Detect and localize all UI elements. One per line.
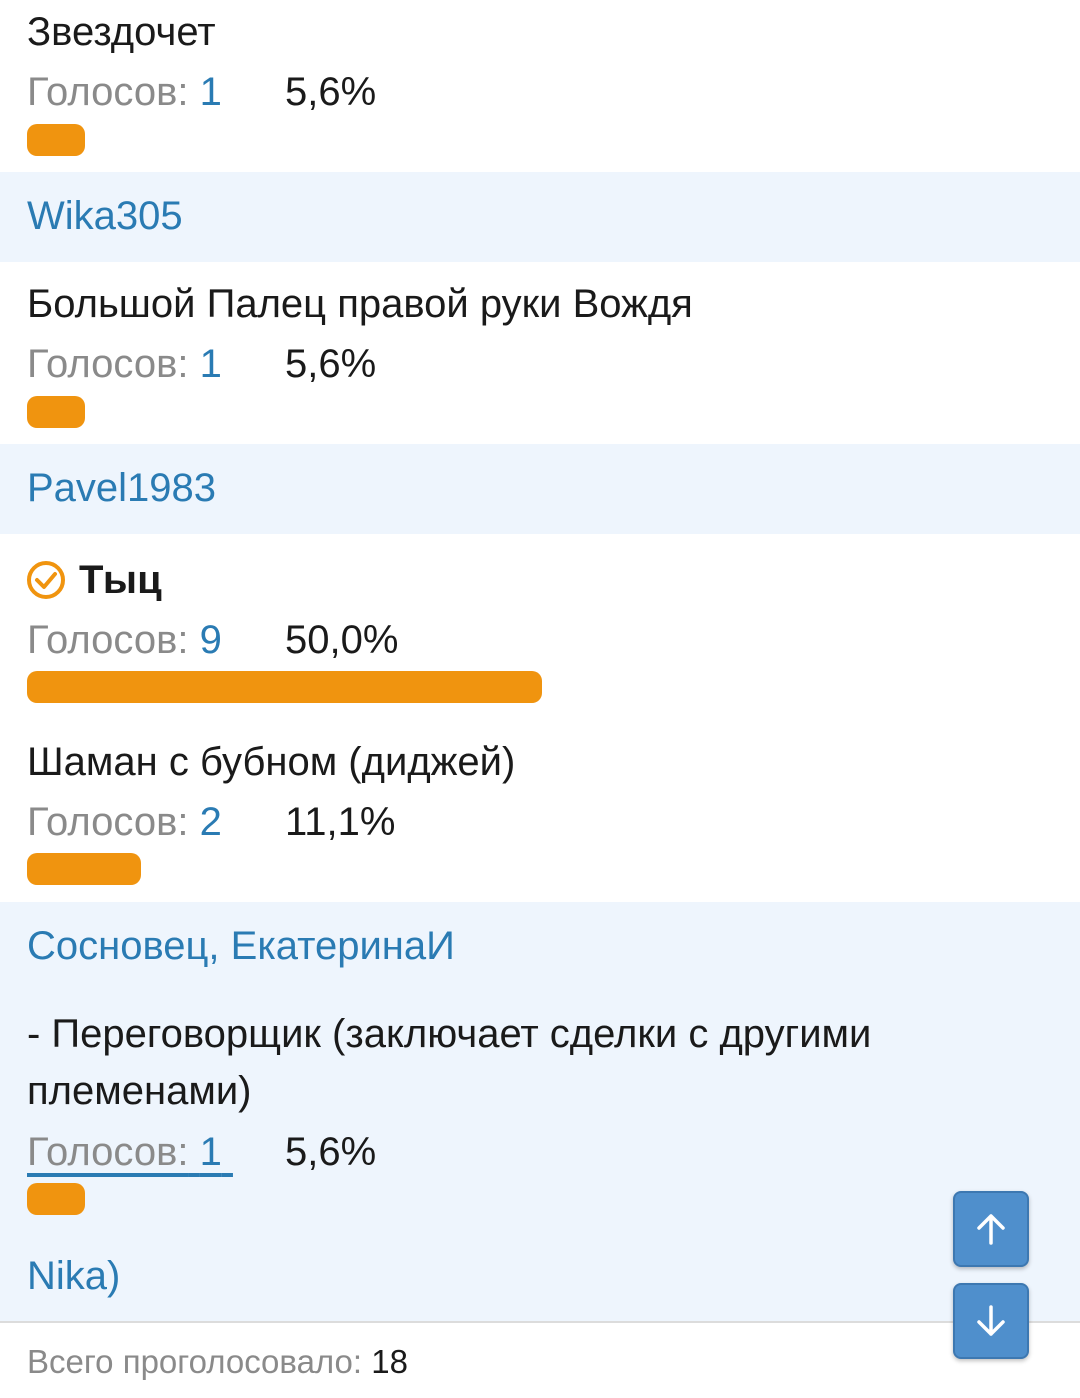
voter-link[interactable]: Wika305 bbox=[27, 192, 183, 240]
voter-link[interactable]: Nika) bbox=[27, 1252, 120, 1300]
total-label: Всего проголосовало: bbox=[27, 1343, 363, 1380]
votes-count-link[interactable]: Голосов: 1 bbox=[27, 1130, 233, 1174]
poll-option: Звездочет Голосов: 1 5,6% bbox=[0, 0, 1080, 172]
vote-percent: 5,6% bbox=[285, 1130, 377, 1174]
total-voters: Всего проголосовало: 18 bbox=[27, 1342, 408, 1382]
votes-row: Голосов: 1 5,6% bbox=[27, 68, 376, 116]
votes-label: Голосов: bbox=[27, 618, 189, 662]
votes-label: Голосов: bbox=[27, 342, 189, 386]
poll-option: Большой Палец правой руки Вождя Голосов:… bbox=[0, 262, 1080, 444]
poll-results: Звездочет Голосов: 1 5,6% Wika305 Большо… bbox=[0, 0, 1080, 1398]
votes-count-link[interactable]: 1 bbox=[200, 70, 222, 114]
vote-percent: 50,0% bbox=[285, 618, 399, 662]
votes-count: 1 bbox=[199, 1130, 222, 1174]
total-count: 18 bbox=[371, 1343, 408, 1380]
votes-count-link[interactable]: 9 bbox=[200, 618, 222, 662]
option-title: Звездочет bbox=[27, 10, 216, 54]
arrow-down-icon bbox=[977, 1305, 1005, 1336]
vote-bar bbox=[27, 124, 85, 156]
vote-bar bbox=[27, 1183, 85, 1215]
vote-percent: 5,6% bbox=[285, 342, 377, 386]
vote-percent: 5,6% bbox=[285, 70, 377, 114]
scroll-down-button[interactable] bbox=[953, 1283, 1029, 1359]
vote-percent: 11,1% bbox=[285, 800, 396, 844]
votes-label: Голосов: bbox=[27, 70, 189, 114]
poll-option: Шаман с бубном (диджей) Голосов: 2 11,1% bbox=[0, 720, 1080, 902]
votes-row: Голосов: 9 50,0% bbox=[27, 616, 398, 664]
check-circle-icon bbox=[27, 561, 65, 599]
voter-link[interactable]: Pavel1983 bbox=[27, 464, 216, 512]
option-title: Тыц bbox=[79, 558, 162, 602]
votes-label: Голосов: bbox=[27, 1130, 189, 1174]
votes-count-link[interactable]: 2 bbox=[200, 800, 222, 844]
votes-count-link[interactable]: 1 bbox=[200, 342, 222, 386]
arrow-up-icon bbox=[977, 1214, 1005, 1245]
votes-row: Голосов: 2 11,1% bbox=[27, 798, 395, 846]
votes-row: Голосов: 1 5,6% bbox=[27, 1128, 376, 1176]
vote-bar bbox=[27, 396, 85, 428]
voters-list: Nika) bbox=[0, 1234, 1080, 1321]
option-title: Шаман с бубном (диджей) bbox=[27, 740, 516, 784]
voters-list: Wika305 bbox=[0, 172, 1080, 262]
vote-bar bbox=[27, 853, 141, 885]
vote-bar bbox=[27, 671, 542, 703]
voters-list: Pavel1983 bbox=[0, 444, 1080, 534]
voter-link[interactable]: Сосновец, ЕкатеринаИ bbox=[27, 922, 455, 970]
votes-label: Голосов: bbox=[27, 800, 189, 844]
poll-option-selected: Тыц Голосов: 9 50,0% bbox=[0, 534, 1080, 720]
option-title: Большой Палец правой руки Вождя bbox=[27, 282, 693, 326]
scroll-up-button[interactable] bbox=[953, 1191, 1029, 1267]
divider bbox=[0, 1321, 1080, 1323]
option-title: - Переговорщик (заключает сделки с други… bbox=[27, 1012, 872, 1113]
votes-row: Голосов: 1 5,6% bbox=[27, 340, 376, 388]
poll-option: - Переговорщик (заключает сделки с други… bbox=[0, 992, 1080, 1234]
voters-list: Сосновец, ЕкатеринаИ bbox=[0, 902, 1080, 992]
